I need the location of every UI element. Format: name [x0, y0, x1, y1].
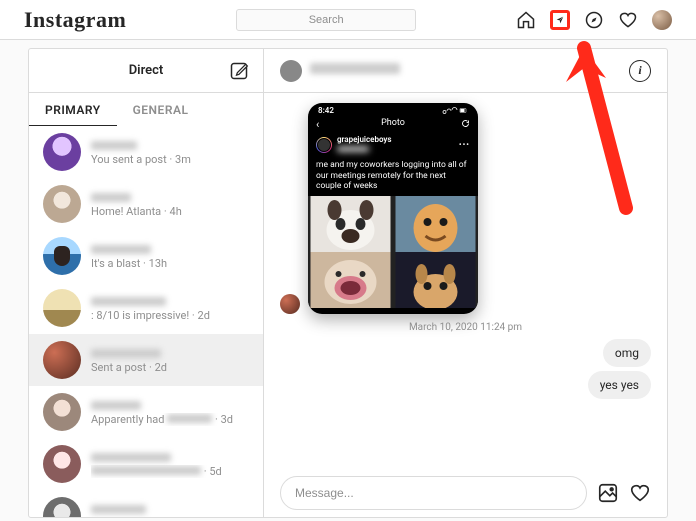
post-image-grid: [308, 196, 478, 314]
thread-time: 5d: [189, 517, 201, 518]
thread-preview: Sent a post: [91, 361, 146, 374]
tab-primary[interactable]: PRIMARY: [29, 93, 117, 126]
search-input[interactable]: [236, 9, 416, 31]
thread-avatar: [43, 185, 81, 223]
outgoing-message[interactable]: yes yes: [588, 371, 651, 399]
thread-tabs: PRIMARY GENERAL: [29, 93, 263, 126]
search-wrapper: [236, 9, 416, 31]
thread-time: 4h: [170, 205, 182, 218]
shared-post-card[interactable]: 8:42 ‹ Photo: [308, 103, 478, 314]
status-time: 8:42: [318, 106, 334, 115]
post-subname: [337, 145, 392, 154]
thread-preview: Apparently had: [91, 413, 165, 426]
thread-item[interactable]: You sent a post · 3m: [29, 126, 263, 178]
message-composer: [264, 469, 667, 517]
thread-preview: Home! Atlanta: [91, 205, 161, 218]
compass-icon[interactable]: [584, 10, 604, 30]
heart-icon[interactable]: [618, 10, 638, 30]
top-nav: Instagram: [0, 0, 696, 40]
thread-avatar: [43, 341, 81, 379]
thread-item[interactable]: Which led me here · 5d: [29, 490, 263, 517]
thread-time: 2d: [155, 361, 167, 374]
thread-avatar: [43, 497, 81, 517]
thread-preview: You sent a post: [91, 153, 167, 166]
outgoing-message-row: yes yes: [280, 371, 651, 399]
outgoing-message-row: omg: [280, 339, 651, 367]
compose-icon[interactable]: [229, 61, 249, 81]
thread-avatar: [43, 445, 81, 483]
post-username: grapejuiceboys: [337, 135, 392, 144]
thread-preview: Which led me here: [91, 517, 181, 518]
tab-general[interactable]: GENERAL: [117, 93, 205, 126]
thread-item[interactable]: · 5d: [29, 438, 263, 490]
outgoing-message[interactable]: omg: [603, 339, 651, 367]
direct-title: Direct: [129, 63, 164, 78]
more-dots-icon: •••: [459, 140, 470, 149]
thread-list: You sent a post · 3m Home! Atlanta · 4h …: [29, 126, 263, 517]
thread-avatar: [43, 289, 81, 327]
thread-item[interactable]: : 8/10 is impressive! · 2d: [29, 282, 263, 334]
phone-screen-title: ‹ Photo: [308, 116, 478, 131]
brand-logo[interactable]: Instagram: [24, 7, 126, 33]
thread-time: 13h: [149, 257, 167, 270]
image-icon[interactable]: [597, 482, 619, 504]
message-input[interactable]: [280, 476, 587, 510]
home-icon[interactable]: [516, 10, 536, 30]
status-icons: [442, 107, 468, 115]
thread-avatar: [43, 133, 81, 171]
thread-item[interactable]: It's a blast · 13h: [29, 230, 263, 282]
profile-avatar[interactable]: [652, 10, 672, 30]
message-timestamp: March 10, 2020 11:24 pm: [280, 322, 651, 333]
info-icon[interactable]: i: [629, 60, 651, 82]
thread-time: 3d: [221, 413, 233, 426]
direct-desk: Direct PRIMARY GENERAL You sent a post ·…: [28, 48, 668, 518]
dm-icon[interactable]: [550, 10, 570, 30]
sender-avatar[interactable]: [280, 294, 300, 314]
conversation-pane: i 8:42 ‹ Photo: [264, 49, 667, 517]
like-heart-icon[interactable]: [629, 482, 651, 504]
conversation-header: i: [264, 49, 667, 93]
incoming-message: 8:42 ‹ Photo: [280, 103, 651, 314]
post-author-row: grapejuiceboys •••: [308, 131, 478, 158]
thread-time: 2d: [198, 309, 210, 322]
nav-icon-group: [516, 10, 672, 30]
conversation-name[interactable]: [310, 63, 400, 78]
phone-status-bar: 8:42: [308, 103, 478, 116]
thread-preview: : 8/10 is impressive!: [91, 309, 189, 322]
conversation-avatar[interactable]: [280, 60, 302, 82]
back-chevron-icon: ‹: [316, 118, 319, 131]
thread-time: 5d: [209, 465, 221, 478]
story-ring-avatar: [316, 137, 332, 153]
thread-time: 3m: [175, 153, 191, 166]
post-caption: me and my coworkers logging into all of …: [308, 158, 478, 196]
thread-pane: Direct PRIMARY GENERAL You sent a post ·…: [29, 49, 264, 517]
direct-header: Direct: [29, 49, 263, 93]
reload-icon: [461, 119, 470, 128]
conversation-body: 8:42 ‹ Photo: [264, 93, 667, 469]
thread-avatar: [43, 393, 81, 431]
thread-preview: It's a blast: [91, 257, 140, 270]
thread-item[interactable]: Sent a post · 2d: [29, 334, 263, 386]
thread-item[interactable]: Apparently had · 3d: [29, 386, 263, 438]
thread-avatar: [43, 237, 81, 275]
thread-item[interactable]: Home! Atlanta · 4h: [29, 178, 263, 230]
